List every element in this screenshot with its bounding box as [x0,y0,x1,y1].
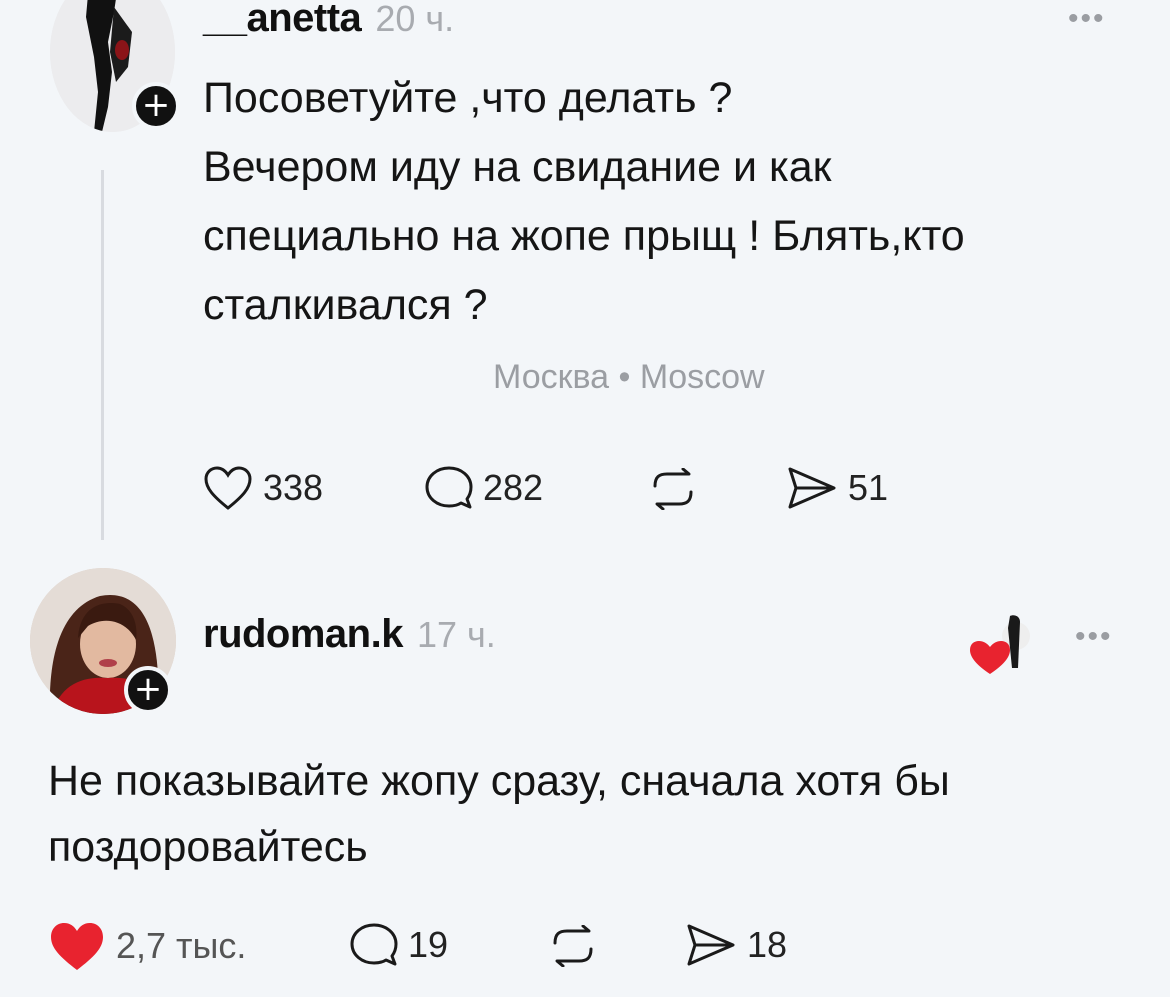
post-time: 17 ч. [416,614,496,655]
post-text-line: Вечером иду на свидание и как [203,143,832,191]
repost-icon [645,468,701,510]
comment-button[interactable]: 19 [350,922,448,968]
like-count: 338 [263,467,324,508]
send-arrow-icon [786,465,838,511]
author-liked-badge [968,608,1038,683]
comment-button[interactable]: 282 [425,465,543,511]
reply-text-line: поздоровайтесь [48,823,368,871]
post-text: Посоветуйте ,что делать ? Вечером иду на… [203,64,1123,340]
post-text-line: сталкивался ? [203,281,488,329]
comment-count: 282 [483,467,544,508]
post-text-line: специально на жопе прыщ ! Блять,кто [203,212,965,260]
follow-plus-icon[interactable]: + [132,82,180,130]
heart-filled-icon [970,641,1010,674]
share-count: 51 [848,467,889,508]
repost-icon [545,925,601,967]
share-count: 18 [747,924,788,965]
username[interactable]: __anetta [203,0,362,41]
like-count: 2,7 тыс. [116,925,247,966]
more-options-icon[interactable]: ••• [1068,2,1106,36]
like-button[interactable]: 338 [203,465,323,511]
like-button[interactable]: 2,7 тыс. [48,920,246,972]
thread-connector-line [101,170,104,540]
post-time: 20 ч. [375,0,455,39]
more-options-icon[interactable]: ••• [1075,620,1113,654]
location-tag[interactable]: Москва • Moscow [493,358,765,397]
comment-bubble-icon [350,922,398,968]
reply-text: Не показывайте жопу сразу, сначала хотя … [48,748,1128,880]
share-button[interactable]: 18 [685,922,787,968]
repost-button[interactable] [545,925,601,967]
comment-bubble-icon [425,465,473,511]
heart-filled-icon [48,920,106,972]
username[interactable]: rudoman.k [203,612,403,657]
heart-outline-icon [203,465,253,511]
post-header: __anetta 20 ч. [203,0,454,41]
share-button[interactable]: 51 [786,465,888,511]
post-text-line: Посоветуйте ,что делать ? [203,74,733,122]
comment-count: 19 [408,924,449,965]
repost-button[interactable] [645,468,701,510]
follow-plus-icon[interactable]: + [124,666,172,714]
send-arrow-icon [685,922,737,968]
reply-text-line: Не показывайте жопу сразу, сначала хотя … [48,757,950,805]
reply-header: rudoman.k 17 ч. [203,612,496,657]
